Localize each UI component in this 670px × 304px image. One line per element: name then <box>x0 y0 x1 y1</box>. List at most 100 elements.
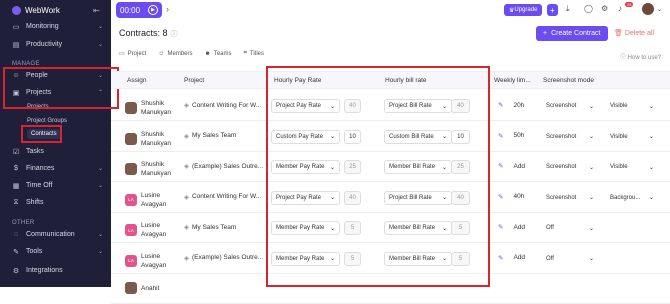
timer-button[interactable]: 00:00 ▶ <box>116 2 162 18</box>
pay-rate-select[interactable]: Project Pay Rate⌄ <box>271 99 340 113</box>
tab-titles[interactable]: ⌗Titles <box>244 50 265 57</box>
weekly-limit[interactable]: ✎ Add <box>498 223 525 231</box>
sidebar-item-time-off[interactable]: ▦Time Off⌄ <box>0 177 111 194</box>
screenshot-mode-value: Screenshot <box>546 164 576 170</box>
bill-rate-value: Member Bill Rate <box>389 164 435 170</box>
bill-rate-input[interactable]: 5 <box>451 221 470 235</box>
sidebar-item-people[interactable]: ☺People⌄ <box>0 67 111 84</box>
bill-rate-input[interactable]: 40 <box>451 191 470 205</box>
tools-icon: ✎ <box>12 248 20 256</box>
pay-rate-select[interactable]: Member Pay Rate⌄ <box>271 160 340 174</box>
pay-rate-select[interactable]: Project Pay Rate⌄ <box>271 191 340 205</box>
bill-rate-input[interactable]: 40 <box>451 99 470 113</box>
screenshot-visibility-select[interactable]: Visible⌄ <box>605 130 659 144</box>
pay-rate-input[interactable]: 5 <box>344 221 361 235</box>
chevron-down-icon: ⌄ <box>98 165 103 172</box>
delete-all-button[interactable]: 🗑 Delete all <box>614 29 654 37</box>
bill-rate-select[interactable]: Custom Bill Rate⌄ <box>384 130 452 144</box>
sidebar-item-tasks[interactable]: ☑Tasks <box>0 143 111 160</box>
project-name: ◈(Example) Sales Outre... <box>184 254 263 262</box>
collapse-sidebar-icon[interactable]: ⇤ <box>93 6 100 15</box>
weekly-limit[interactable]: ✎20h <box>498 101 524 109</box>
pay-rate-select[interactable]: Custom Pay Rate⌄ <box>271 130 340 144</box>
weekly-limit[interactable]: ✎Add <box>498 162 525 170</box>
weekly-limit[interactable]: ✎50h <box>498 132 524 140</box>
bill-rate-select[interactable]: Project Bill Rate⌄ <box>384 191 452 205</box>
chat-icon[interactable]: ◯ <box>584 4 593 13</box>
tab-teams[interactable]: ☻Teams <box>205 50 232 57</box>
sidebar-item-communication[interactable]: ◌Communication⌄ <box>0 226 111 243</box>
chevron-right-icon[interactable]: › <box>166 4 169 14</box>
play-icon[interactable]: ▶ <box>148 5 158 15</box>
sidebar-item-label: People <box>26 72 48 79</box>
screenshot-visibility-value: Visible <box>610 134 628 140</box>
screenshot-visibility-select[interactable]: Backgrou...⌄ <box>605 191 659 205</box>
screenshot-visibility-select[interactable]: Visible⌄ <box>605 99 659 113</box>
screenshot-mode-select[interactable]: Screenshot⌄ <box>541 99 599 113</box>
assignee: Shushik Manukyan <box>125 160 179 178</box>
screenshot-mode-select[interactable]: Screenshot⌄ <box>541 160 599 174</box>
screenshot-mode-select[interactable]: Screenshot⌄ <box>541 130 599 144</box>
sidebar-item-projects[interactable]: ▣Projects⌃ <box>0 84 111 101</box>
table-row: Shushik Manukyan◈My Sales TeamCustom Pay… <box>111 122 670 152</box>
upgrade-button[interactable]: ♛ Upgrade <box>504 4 542 16</box>
pay-rate-input[interactable]: 40 <box>344 191 361 205</box>
bill-rate-input[interactable]: 5 <box>451 252 470 266</box>
create-contract-label: Create Contract <box>551 30 600 37</box>
screenshot-visibility-select[interactable]: Visible⌄ <box>605 160 659 174</box>
tab-project[interactable]: ▭Project <box>119 50 146 57</box>
tab-members[interactable]: ☺Members <box>158 50 192 57</box>
app-logo[interactable]: WebWork <box>12 6 60 15</box>
sidebar-item-shifts[interactable]: ⧖Shifts <box>0 194 111 211</box>
sidebar-item-tools[interactable]: ✎Tools⌄ <box>0 243 111 260</box>
pencil-icon: ✎ <box>498 223 503 231</box>
chevron-down-icon: ⌄ <box>98 182 103 189</box>
avatar: LA <box>125 255 137 267</box>
sidebar-sub-contracts[interactable]: Contracts <box>27 129 61 139</box>
how-to-use-link[interactable]: ⓘ How to use? <box>620 52 661 61</box>
sidebar-item-integrations[interactable]: ⚙Integrations <box>0 262 111 279</box>
weekly-limit-value: Add <box>513 224 525 231</box>
pay-rate-input[interactable]: 25 <box>344 160 361 174</box>
sidebar-item-label: Integrations <box>26 267 63 274</box>
gear-icon[interactable]: ⚙ <box>601 4 608 13</box>
add-button[interactable]: + <box>547 4 558 16</box>
sidebar-item-finances[interactable]: $Finances⌄ <box>0 160 111 177</box>
weekly-limit[interactable]: ✎40h <box>498 193 524 201</box>
chevron-down-icon[interactable]: ⌄ <box>657 6 662 13</box>
create-contract-button[interactable]: +Create Contract <box>536 26 608 41</box>
bill-rate-input[interactable]: 25 <box>451 160 470 174</box>
assignee: LALusine Avagyan <box>125 191 179 209</box>
pay-rate-value: Member Pay Rate <box>276 164 324 170</box>
user-avatar[interactable] <box>642 3 654 15</box>
screenshot-mode-select[interactable]: Off⌄ <box>541 252 599 266</box>
pay-rate-input[interactable]: 10 <box>344 130 361 144</box>
pay-rate-input[interactable]: 40 <box>344 99 361 113</box>
notification-badge: 25 <box>625 2 633 7</box>
bill-rate-select[interactable]: Member Bill Rate⌄ <box>384 160 452 174</box>
sidebar-item-productivity[interactable]: ▤Productivity⌄ <box>0 36 111 53</box>
bell-icon[interactable]: ♪ <box>618 4 622 13</box>
bill-rate-select[interactable]: Member Bill Rate⌄ <box>384 252 452 266</box>
project-name: ◈Content Writing For W... <box>184 101 261 109</box>
chevron-down-icon: ⌄ <box>442 255 447 262</box>
sidebar-sub-projects[interactable]: Projects <box>27 104 49 110</box>
download-icon[interactable]: ⤓ <box>566 4 570 14</box>
layers-icon: ◈ <box>184 193 189 201</box>
sidebar-sub-project-groups[interactable]: Project Groups <box>27 118 67 124</box>
help-icon[interactable]: ⓘ <box>171 31 178 38</box>
weekly-limit-value: Add <box>513 254 525 261</box>
bill-rate-input[interactable]: 10 <box>451 130 470 144</box>
bill-rate-select[interactable]: Project Bill Rate⌄ <box>384 99 452 113</box>
sidebar-item-monitoring[interactable]: ▭Monitoring⌄ <box>0 18 111 35</box>
screenshot-mode-select[interactable]: Off⌄ <box>541 221 599 235</box>
bill-rate-select[interactable]: Member Bill Rate⌄ <box>384 221 452 235</box>
weekly-limit[interactable]: ✎Add <box>498 254 525 262</box>
chat-icon: ◌ <box>12 231 20 238</box>
project-label: My Sales Team <box>192 132 236 139</box>
pay-rate-select[interactable]: Member Pay Rate⌄ <box>271 252 340 266</box>
assignee: LALusine Avagyan <box>125 221 179 239</box>
pay-rate-select[interactable]: Member Pay Rate⌄ <box>271 221 340 235</box>
screenshot-mode-select[interactable]: Screenshot⌄ <box>541 191 599 205</box>
pay-rate-input[interactable]: 5 <box>344 252 361 266</box>
